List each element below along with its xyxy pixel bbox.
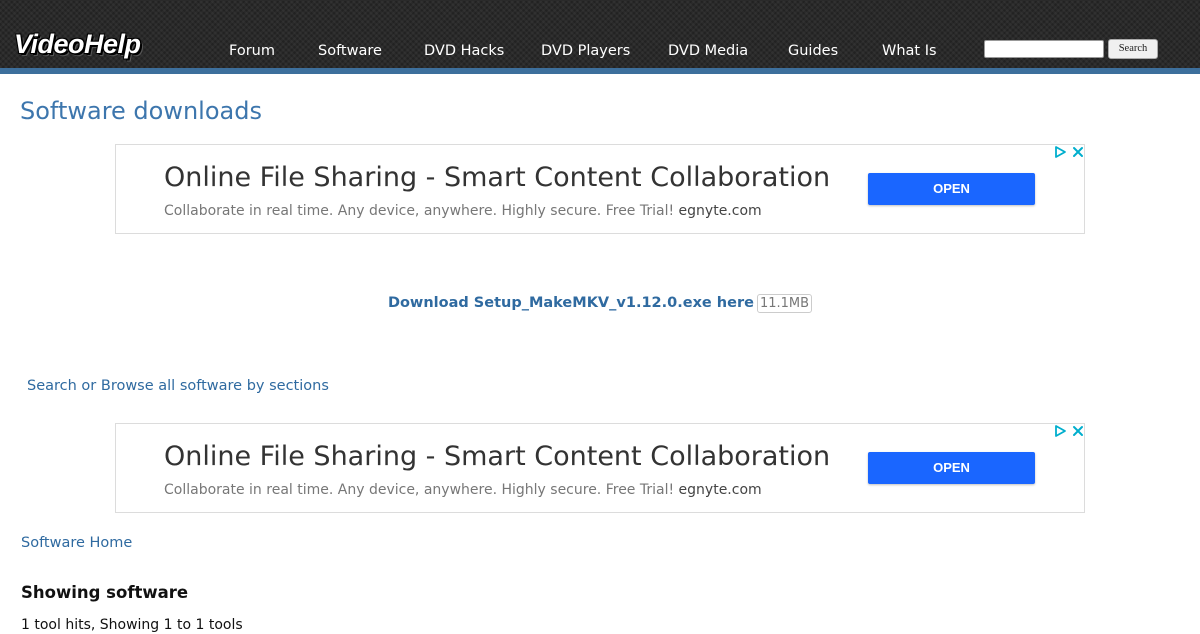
ad-banner[interactable]: Online File Sharing - Smart Content Coll… bbox=[115, 144, 1085, 234]
download-row: Download Setup_MakeMKV_v1.12.0.exe here 1… bbox=[0, 292, 1200, 313]
ad-description: Collaborate in real time. Any device, an… bbox=[164, 202, 762, 220]
tool-hits-count: 1 tool hits, Showing 1 to 1 tools bbox=[21, 617, 243, 633]
search-button[interactable]: Search bbox=[1108, 39, 1158, 59]
ad-description-text: Collaborate in real time. Any device, an… bbox=[164, 482, 675, 498]
file-size-badge: 11.1MB bbox=[756, 294, 813, 313]
close-icon[interactable] bbox=[1071, 424, 1085, 438]
software-home-link[interactable]: Software Home bbox=[21, 533, 132, 553]
nav-software[interactable]: Software bbox=[318, 42, 382, 60]
site-header: VideoHelp Forum Software DVD Hacks DVD P… bbox=[0, 0, 1200, 68]
nav-forum[interactable]: Forum bbox=[229, 42, 275, 60]
ad-headline[interactable]: Online File Sharing - Smart Content Coll… bbox=[164, 440, 830, 474]
ad-domain[interactable]: egnyte.com bbox=[679, 203, 762, 219]
page-title: Software downloads bbox=[20, 97, 262, 125]
adchoices-icon[interactable] bbox=[1053, 424, 1067, 438]
showing-software-heading: Showing software bbox=[21, 583, 189, 602]
search-input[interactable] bbox=[984, 40, 1104, 58]
ad-open-button[interactable]: OPEN bbox=[868, 452, 1035, 484]
ad-headline[interactable]: Online File Sharing - Smart Content Coll… bbox=[164, 161, 830, 195]
nav-dvd-hacks[interactable]: DVD Hacks bbox=[424, 42, 504, 60]
nav-dvd-players[interactable]: DVD Players bbox=[541, 42, 630, 60]
ad-domain[interactable]: egnyte.com bbox=[679, 482, 762, 498]
header-divider bbox=[0, 68, 1200, 74]
nav-what-is[interactable]: What Is bbox=[882, 42, 937, 60]
close-icon[interactable] bbox=[1071, 145, 1085, 159]
download-link[interactable]: Download Setup_MakeMKV_v1.12.0.exe here bbox=[388, 295, 754, 311]
adchoices-icon[interactable] bbox=[1053, 145, 1067, 159]
nav-dvd-media[interactable]: DVD Media bbox=[668, 42, 748, 60]
ad-description-text: Collaborate in real time. Any device, an… bbox=[164, 203, 675, 219]
browse-software-link[interactable]: Search or Browse all software by section… bbox=[27, 376, 329, 396]
nav-guides[interactable]: Guides bbox=[788, 42, 838, 60]
ad-description: Collaborate in real time. Any device, an… bbox=[164, 481, 762, 499]
ad-open-button[interactable]: OPEN bbox=[868, 173, 1035, 205]
site-logo[interactable]: VideoHelp bbox=[14, 31, 141, 58]
ad-banner[interactable]: Online File Sharing - Smart Content Coll… bbox=[115, 423, 1085, 513]
